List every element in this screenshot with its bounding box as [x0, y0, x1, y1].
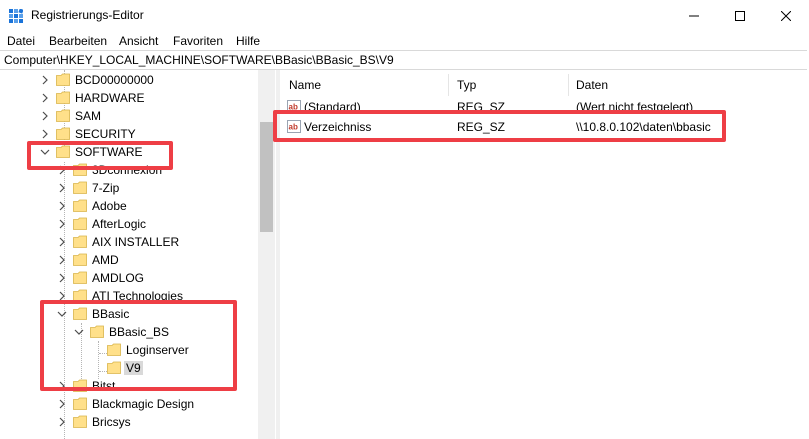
- chevron-right-icon[interactable]: [57, 271, 67, 285]
- tree-item[interactable]: AIX INSTALLER: [0, 233, 258, 251]
- folder-icon: [73, 415, 87, 428]
- chevron-right-icon[interactable]: [40, 109, 50, 123]
- column-header-data[interactable]: Daten: [576, 78, 608, 92]
- tree-item-label: AMD: [92, 253, 119, 267]
- tree-item[interactable]: Blackmagic Design: [0, 395, 258, 413]
- tree-scroll-thumb[interactable]: [260, 122, 273, 232]
- highlight-box-software: [27, 141, 173, 170]
- tree-item[interactable]: AfterLogic: [0, 215, 258, 233]
- folder-icon: [56, 91, 70, 104]
- menu-favoriten[interactable]: Favoriten: [173, 34, 223, 48]
- address-path: Computer\HKEY_LOCAL_MACHINE\SOFTWARE\BBa…: [4, 53, 394, 67]
- tree-item[interactable]: AMD: [0, 251, 258, 269]
- address-bar[interactable]: Computer\HKEY_LOCAL_MACHINE\SOFTWARE\BBa…: [0, 50, 807, 70]
- folder-icon: [56, 109, 70, 122]
- tree-item-label: AIX INSTALLER: [92, 235, 180, 249]
- folder-icon: [73, 217, 87, 230]
- chevron-right-icon[interactable]: [57, 235, 67, 249]
- tree-item-label: HARDWARE: [75, 91, 145, 105]
- menu-ansicht[interactable]: Ansicht: [119, 34, 158, 48]
- highlight-box-verzeichniss: [273, 110, 726, 142]
- tree-item-label: SECURITY: [75, 127, 136, 141]
- chevron-right-icon[interactable]: [57, 253, 67, 267]
- menu-hilfe[interactable]: Hilfe: [236, 34, 260, 48]
- tree-item[interactable]: 7-Zip: [0, 179, 258, 197]
- highlight-box-bbasic: [40, 300, 237, 391]
- folder-icon: [73, 397, 87, 410]
- tree-item-label: 7-Zip: [92, 181, 120, 195]
- tree-item-label: SAM: [75, 109, 102, 123]
- tree-item-label: Adobe: [92, 199, 127, 213]
- folder-icon: [56, 73, 70, 86]
- menu-datei[interactable]: Datei: [7, 34, 35, 48]
- folder-icon: [73, 181, 87, 194]
- tree-item[interactable]: Bricsys: [0, 413, 258, 431]
- maximize-icon: [735, 11, 745, 21]
- tree-item[interactable]: BCD00000000: [0, 71, 258, 89]
- title-bar: Registrierungs-Editor: [0, 0, 809, 32]
- maximize-button[interactable]: [717, 0, 763, 32]
- menu-bearbeiten[interactable]: Bearbeiten: [49, 34, 107, 48]
- chevron-right-icon[interactable]: [57, 217, 67, 231]
- tree-item-label: AMDLOG: [92, 271, 145, 285]
- chevron-right-icon[interactable]: [40, 127, 50, 141]
- column-separator[interactable]: [448, 74, 449, 96]
- chevron-right-icon[interactable]: [57, 397, 67, 411]
- chevron-right-icon[interactable]: [40, 73, 50, 87]
- minimize-button[interactable]: [671, 0, 717, 32]
- tree-item-label: AfterLogic: [92, 217, 147, 231]
- tree-item-label: Bricsys: [92, 415, 131, 429]
- folder-icon: [73, 253, 87, 266]
- tree-item-label: Blackmagic Design: [92, 397, 195, 411]
- column-separator[interactable]: [568, 74, 569, 96]
- menu-bar: Datei Bearbeiten Ansicht Favoriten Hilfe: [0, 32, 809, 50]
- tree-item[interactable]: HARDWARE: [0, 89, 258, 107]
- chevron-right-icon[interactable]: [57, 181, 67, 195]
- minimize-icon: [689, 15, 699, 17]
- column-header-name[interactable]: Name: [289, 78, 321, 92]
- tree-item[interactable]: AMDLOG: [0, 269, 258, 287]
- close-icon: [781, 11, 791, 21]
- column-header-type[interactable]: Typ: [457, 78, 476, 92]
- tree-item-label: BCD00000000: [75, 73, 154, 87]
- folder-icon: [56, 127, 70, 140]
- close-button[interactable]: [763, 0, 809, 32]
- chevron-right-icon[interactable]: [57, 199, 67, 213]
- window-title: Registrierungs-Editor: [31, 8, 144, 22]
- chevron-right-icon[interactable]: [57, 415, 67, 429]
- tree-item[interactable]: SAM: [0, 107, 258, 125]
- folder-icon: [73, 271, 87, 284]
- tree-item[interactable]: Adobe: [0, 197, 258, 215]
- chevron-right-icon[interactable]: [40, 91, 50, 105]
- folder-icon: [73, 235, 87, 248]
- registry-editor-icon: [9, 9, 23, 23]
- folder-icon: [73, 199, 87, 212]
